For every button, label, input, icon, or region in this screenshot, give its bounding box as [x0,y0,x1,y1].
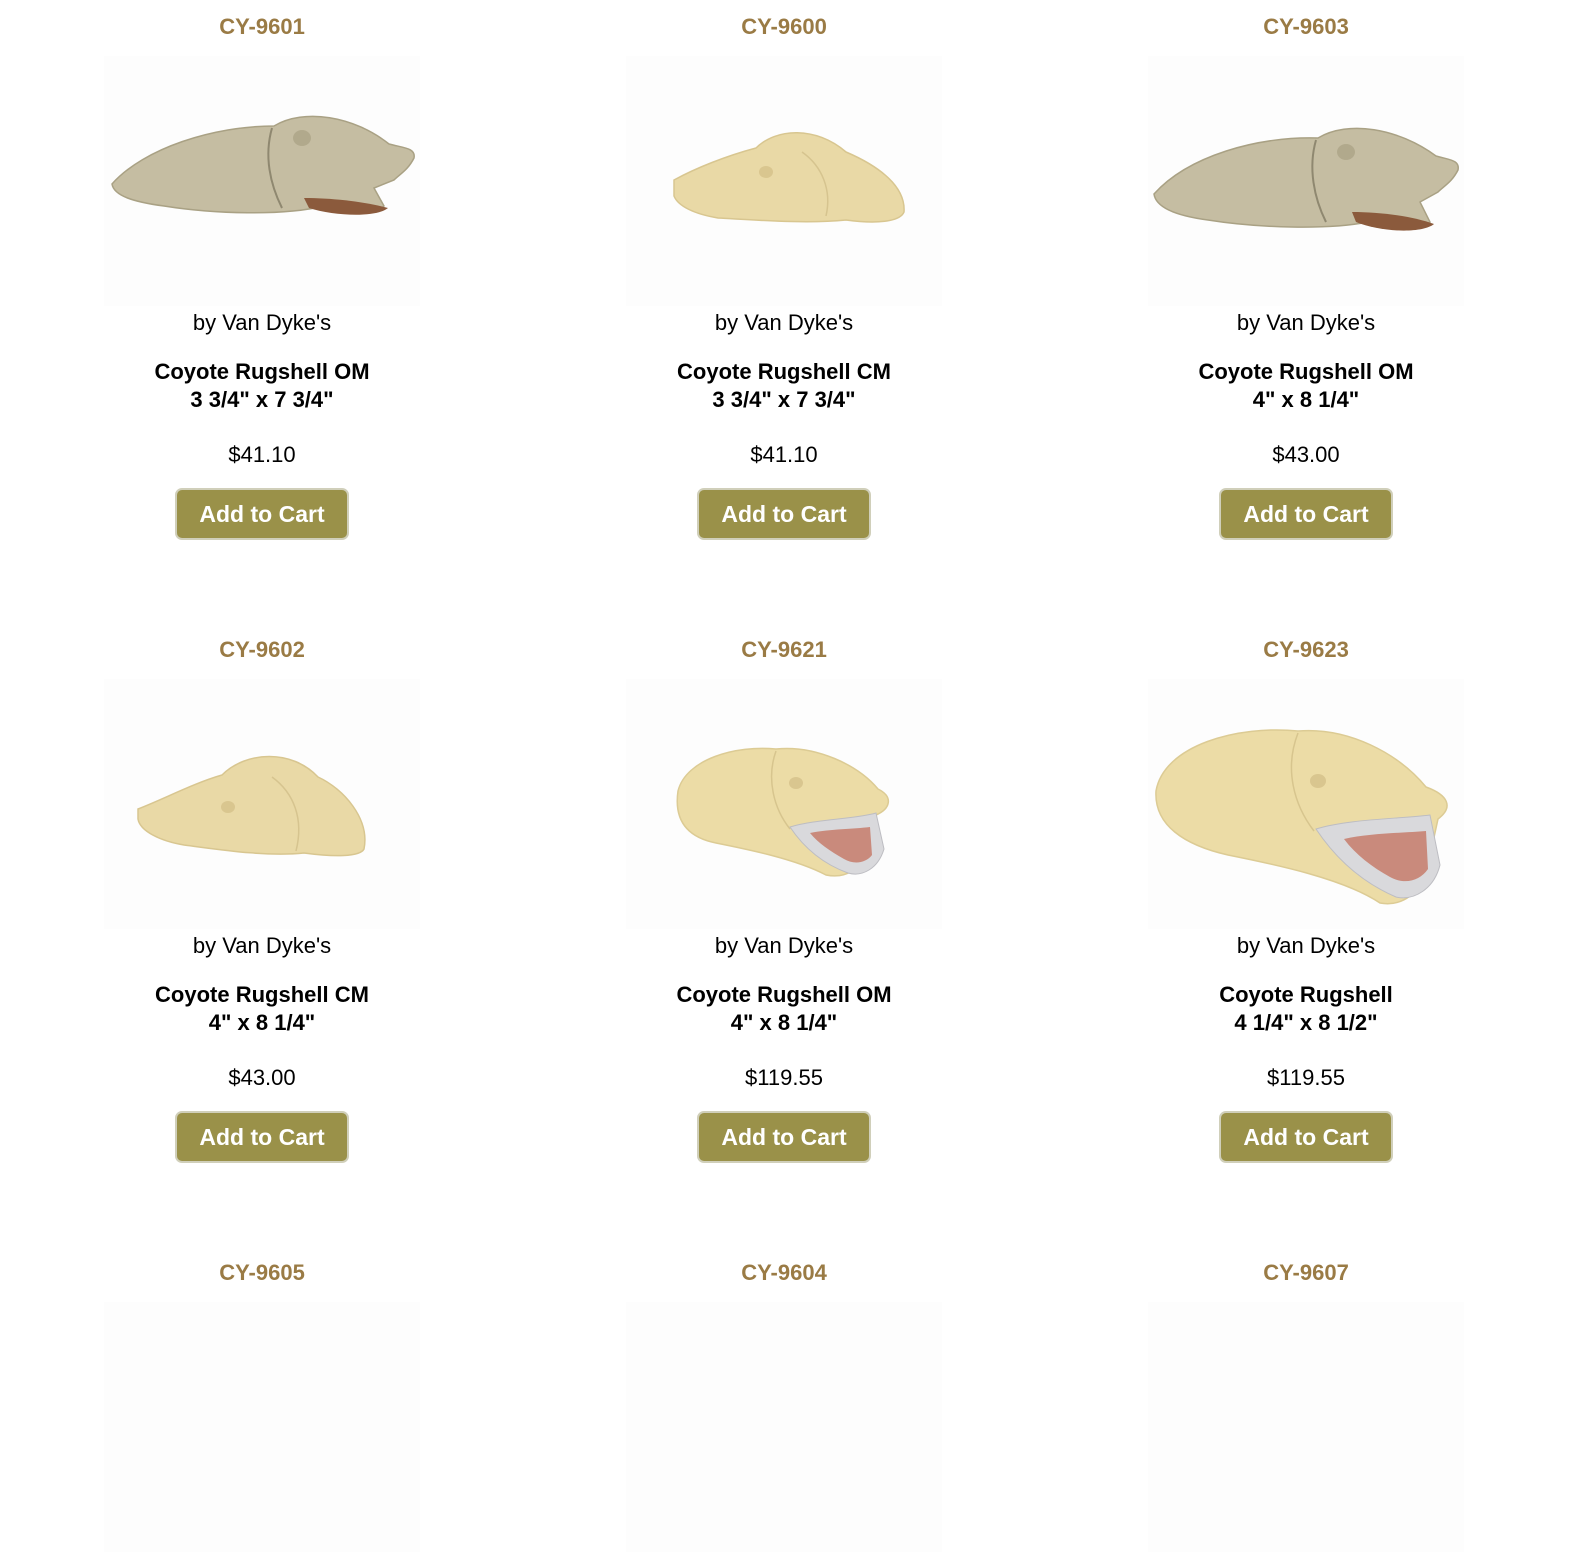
product-image[interactable] [104,56,420,306]
product-brand: by Van Dyke's [1236,933,1376,958]
product-sku[interactable]: CY-9623 [1096,637,1516,663]
product-image[interactable] [104,679,420,929]
product-card: CY-9605 [52,1246,472,1552]
coyote-head-closed-mouth-image [673,132,905,223]
product-price: $41.10 [750,442,818,467]
product-image[interactable] [626,56,942,306]
product-card: CY-9623 by Van Dyke's Coyote Rugshell 4 … [1096,623,1516,1163]
product-sku[interactable]: CY-9601 [52,14,472,40]
product-name[interactable]: Coyote Rugshell [1096,981,1516,1009]
product-sku[interactable]: CY-9600 [574,14,994,40]
product-image[interactable] [1148,679,1464,929]
product-card: CY-9601 by Van Dyke's Coyote Rugshell OM… [52,0,472,540]
add-to-cart-button[interactable]: Add to Cart [1219,1111,1393,1163]
product-size: 3 3/4" x 7 3/4" [190,387,334,412]
product-image[interactable] [1148,1302,1464,1552]
product-price: $41.10 [228,442,296,467]
product-name[interactable]: Coyote Rugshell OM [574,981,994,1009]
product-name[interactable]: Coyote Rugshell CM [574,358,994,386]
product-card: CY-9607 [1096,1246,1516,1552]
product-price: $43.00 [228,1065,296,1090]
product-sku[interactable]: CY-9602 [52,637,472,663]
product-size: 4" x 8 1/4" [730,1010,838,1035]
product-sku[interactable]: CY-9621 [574,637,994,663]
product-card: CY-9604 [574,1246,994,1552]
product-name[interactable]: Coyote Rugshell CM [52,981,472,1009]
product-image[interactable] [1148,56,1464,306]
product-sku[interactable]: CY-9607 [1096,1260,1516,1286]
coyote-head-open-mouth-image [111,115,415,215]
product-brand: by Van Dyke's [192,310,332,335]
product-image[interactable] [104,1302,420,1552]
product-size: 3 3/4" x 7 3/4" [712,387,856,412]
product-price: $43.00 [1272,442,1340,467]
product-price: $119.55 [1267,1065,1345,1090]
product-size: 4" x 8 1/4" [1252,387,1360,412]
coyote-head-closed-mouth-image [137,755,366,857]
product-sku[interactable]: CY-9603 [1096,14,1516,40]
product-brand: by Van Dyke's [714,933,854,958]
add-to-cart-button[interactable]: Add to Cart [1219,488,1393,540]
add-to-cart-button[interactable]: Add to Cart [175,1111,349,1163]
product-brand: by Van Dyke's [192,933,332,958]
coyote-head-open-mouth-jaw-set-image [676,747,889,877]
product-brand: by Van Dyke's [1236,310,1376,335]
product-image[interactable] [626,679,942,929]
product-price: $119.55 [745,1065,823,1090]
add-to-cart-button[interactable]: Add to Cart [697,1111,871,1163]
product-size: 4 1/4" x 8 1/2" [1234,1010,1378,1035]
coyote-head-open-mouth-jaw-set-image [1155,729,1448,905]
product-image[interactable] [626,1302,942,1552]
product-size: 4" x 8 1/4" [208,1010,316,1035]
coyote-head-open-mouth-image [1153,127,1459,231]
product-card: CY-9621 by Van Dyke's Coyote Rugshell OM… [574,623,994,1163]
product-card: CY-9602 by Van Dyke's Coyote Rugshell CM… [52,623,472,1163]
product-name[interactable]: Coyote Rugshell OM [52,358,472,386]
product-name[interactable]: Coyote Rugshell OM [1096,358,1516,386]
product-card: CY-9600 by Van Dyke's Coyote Rugshell CM… [574,0,994,540]
product-card: CY-9603 by Van Dyke's Coyote Rugshell OM… [1096,0,1516,540]
add-to-cart-button[interactable]: Add to Cart [697,488,871,540]
product-sku[interactable]: CY-9604 [574,1260,994,1286]
product-sku[interactable]: CY-9605 [52,1260,472,1286]
product-brand: by Van Dyke's [714,310,854,335]
add-to-cart-button[interactable]: Add to Cart [175,488,349,540]
